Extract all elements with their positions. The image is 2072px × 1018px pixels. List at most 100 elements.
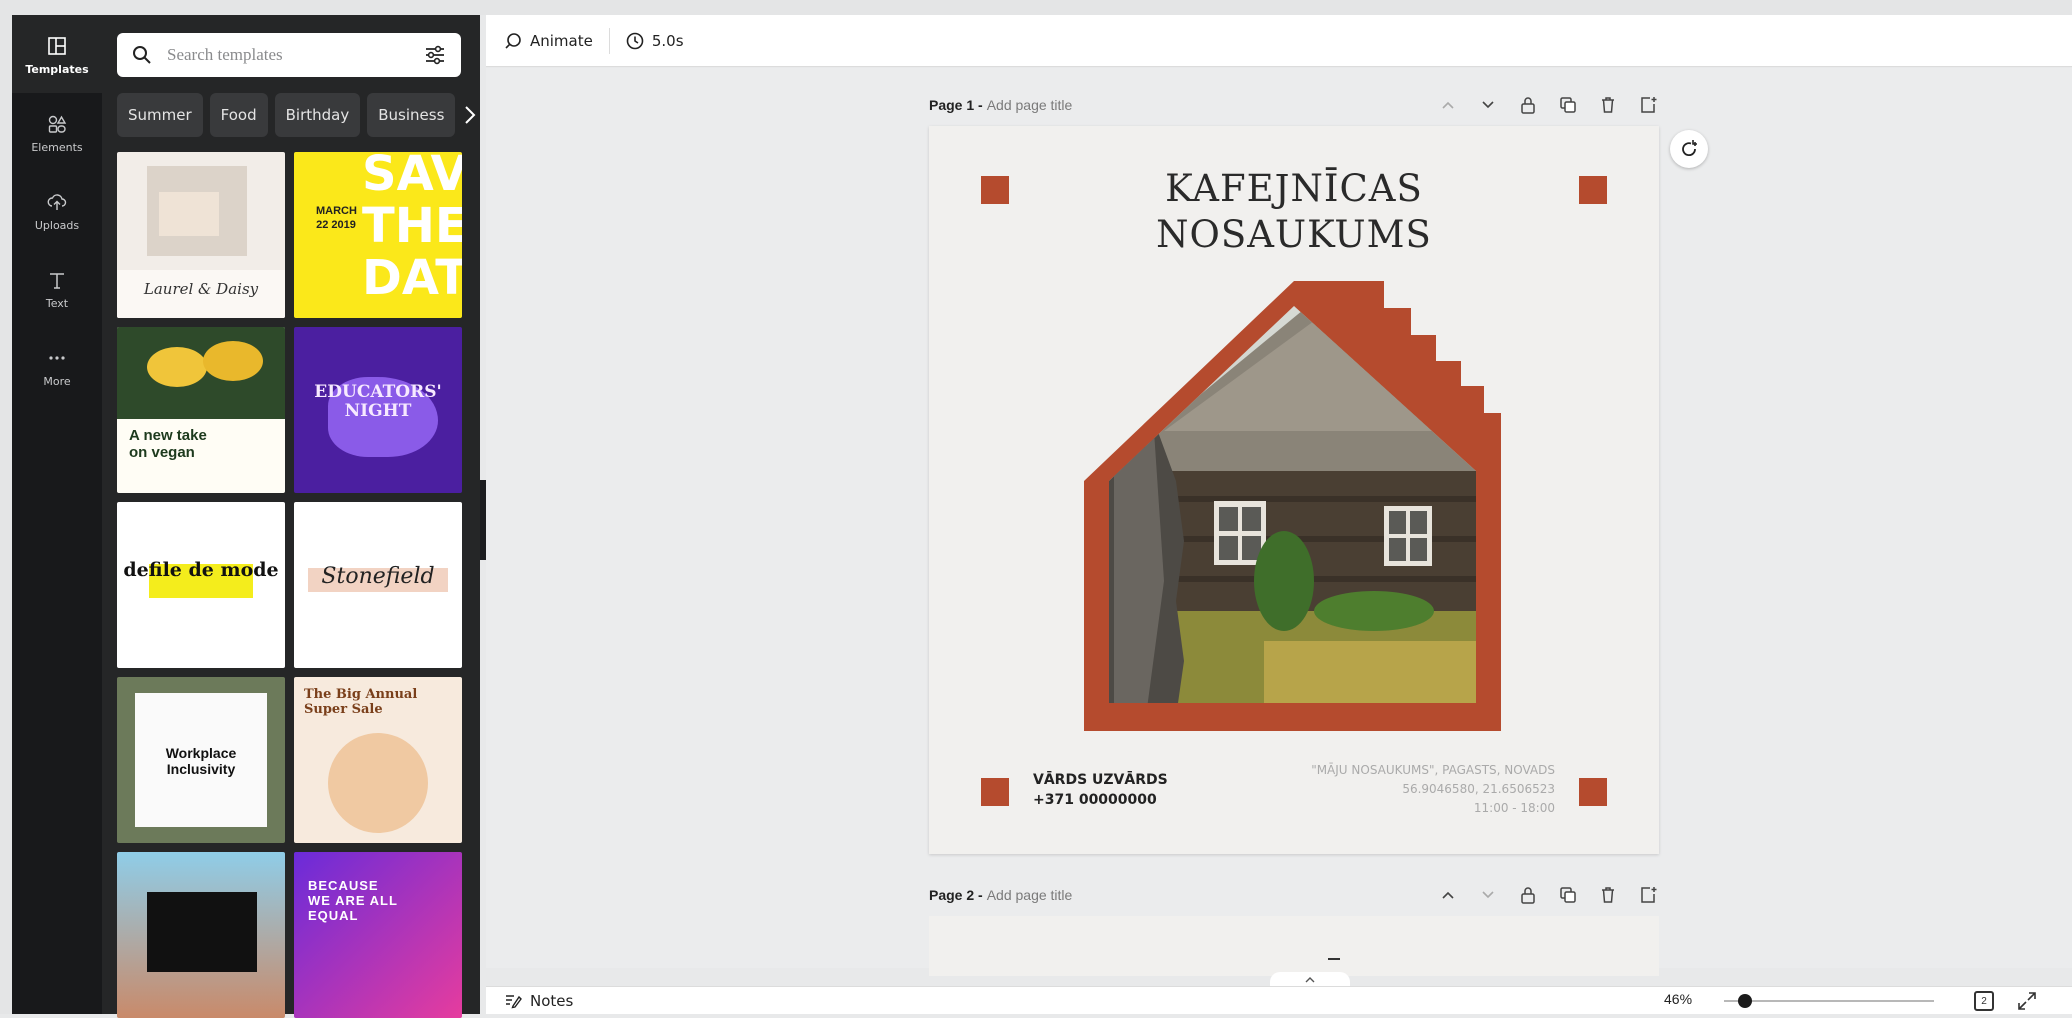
rail-label: Elements (31, 140, 83, 154)
heading-line-1: KAFEJNĪCAS (1165, 167, 1423, 210)
page-title-input[interactable]: Add page title (987, 97, 1073, 113)
template-thumbnail[interactable]: SAVE THE DATE MARCH 22 2019 (294, 152, 462, 318)
refresh-icon (1682, 140, 1697, 157)
clock-icon (626, 32, 644, 49)
rail-item-templates[interactable]: Templates (12, 15, 102, 93)
lock-icon[interactable] (1517, 94, 1539, 116)
search-icon (131, 44, 153, 66)
zoom-slider-track[interactable] (1724, 1000, 1934, 1002)
filter-icon[interactable] (423, 43, 447, 67)
chip-business[interactable]: Business (367, 93, 456, 137)
lock-icon[interactable] (1517, 884, 1539, 906)
page-tools (1419, 91, 1659, 119)
design-page-2[interactable] (929, 916, 1659, 976)
nav-rail: Templates Elements Uploads Text More (12, 15, 102, 1014)
page-title-input[interactable]: Add page title (987, 887, 1073, 903)
duplicate-icon[interactable] (1557, 94, 1579, 116)
text-cursor-mark (1328, 958, 1340, 960)
template-text: defile de mode (123, 559, 279, 581)
notes-icon (506, 994, 522, 1008)
contact-block[interactable]: VĀRDS UZVĀRDS +371 00000000 (1033, 770, 1168, 810)
refresh-comment-button[interactable] (1670, 130, 1708, 168)
contact-phone: +371 00000000 (1033, 792, 1157, 808)
zoom-slider-handle[interactable] (1738, 994, 1752, 1008)
duration-label: 5.0s (651, 31, 684, 50)
template-text: BECAUSE WE ARE ALL EQUAL (308, 878, 398, 923)
delete-icon[interactable] (1597, 94, 1619, 116)
duplicate-icon[interactable] (1557, 884, 1579, 906)
template-thumbnail[interactable]: EDUCATORS' NIGHT (294, 327, 462, 493)
address-line: "MĀJU NOSAUKUMS", PAGASTS, NOVADS (1311, 763, 1555, 777)
search-bar[interactable]: Search templates (117, 33, 461, 77)
uploads-icon (44, 189, 70, 215)
template-thumbnail[interactable]: Stonefield (294, 502, 462, 668)
house-photo-frame[interactable] (1084, 281, 1504, 731)
page-number: Page 1 - (929, 97, 983, 113)
page-count-button[interactable]: 2 (1974, 991, 1994, 1011)
template-text: SAVE THE DATE (362, 152, 462, 306)
coordinates-line: 56.9046580, 21.6506523 (1402, 782, 1555, 796)
template-thumbnail[interactable]: Workplace Inclusivity (117, 677, 285, 843)
template-thumbnail[interactable]: A new take on vegan (117, 327, 285, 493)
canva-editor-window: Templates Elements Uploads Text More Sea… (0, 0, 2072, 1018)
template-text: Workplace Inclusivity (165, 745, 237, 777)
template-text: EDUCATORS' NIGHT (314, 382, 442, 421)
page-2-header: Page 2 - Add page title (929, 881, 1659, 909)
template-text: The Big Annual Super Sale (304, 687, 418, 717)
window-top-strip (0, 0, 2072, 15)
rail-item-uploads[interactable]: Uploads (12, 171, 102, 249)
editor-toolbar: Animate 5.0s (486, 15, 2072, 67)
chevron-right-icon[interactable] (462, 93, 477, 137)
templates-icon (44, 33, 70, 59)
chevron-up-icon (1305, 977, 1315, 983)
template-thumbnail[interactable]: Laurel & Daisy (117, 152, 285, 318)
duration-button[interactable]: 5.0s (626, 32, 684, 50)
template-text: Laurel & Daisy (143, 280, 259, 298)
page-count: 2 (1981, 995, 1987, 1007)
rail-label: Templates (25, 62, 89, 76)
template-thumbnail[interactable]: BECAUSE WE ARE ALL EQUAL (294, 852, 462, 1018)
add-page-icon[interactable] (1637, 94, 1659, 116)
rail-item-text[interactable]: Text (12, 249, 102, 327)
template-thumbnail[interactable]: defile de mode (117, 502, 285, 668)
delete-icon[interactable] (1597, 884, 1619, 906)
move-down-icon[interactable] (1477, 884, 1499, 906)
address-block[interactable]: "MĀJU NOSAUKUMS", PAGASTS, NOVADS 56.904… (1311, 761, 1555, 818)
design-page-1[interactable]: KAFEJNĪCAS NOSAUKUMS VĀRDS UZVĀRDS +371 … (929, 126, 1659, 854)
template-date: MARCH 22 2019 (316, 205, 357, 231)
editor-footer: Notes 46% 2 (486, 986, 2072, 1014)
animate-button[interactable]: Animate (504, 32, 593, 50)
template-thumbnail[interactable] (117, 852, 285, 1018)
move-up-icon[interactable] (1437, 94, 1459, 116)
chip-summer[interactable]: Summer (117, 93, 203, 137)
animate-label: Animate (530, 31, 593, 50)
zoom-percentage[interactable]: 46% (1664, 991, 1692, 1007)
fullscreen-icon[interactable] (2016, 990, 2038, 1012)
template-thumbnail[interactable]: The Big Annual Super Sale (294, 677, 462, 843)
move-down-icon[interactable] (1477, 94, 1499, 116)
page-1-header: Page 1 - Add page title (929, 91, 1659, 119)
notes-button[interactable]: Notes (504, 992, 573, 1010)
template-text: Stonefield (321, 564, 435, 589)
move-up-icon[interactable] (1437, 884, 1459, 906)
toolbar-divider (608, 27, 610, 54)
search-input[interactable]: Search templates (167, 45, 423, 65)
add-page-icon[interactable] (1637, 884, 1659, 906)
chip-food[interactable]: Food (209, 93, 268, 137)
templates-panel: Search templates Summer Food Birthday Bu… (102, 15, 480, 1018)
heading-line-2: NOSAUKUMS (1156, 213, 1432, 256)
page-number: Page 2 - (929, 887, 983, 903)
page-tools (1419, 881, 1659, 909)
window-left-edge (0, 15, 12, 1014)
page-heading[interactable]: KAFEJNĪCAS NOSAUKUMS (929, 166, 1659, 258)
text-icon (44, 267, 70, 293)
rail-label: More (43, 374, 71, 388)
rail-label: Uploads (34, 218, 80, 232)
accent-square (1579, 778, 1607, 806)
chip-birthday[interactable]: Birthday (274, 93, 361, 137)
more-icon (44, 345, 70, 371)
rail-label: Text (45, 296, 69, 310)
rail-item-more[interactable]: More (12, 327, 102, 405)
hours-line: 11:00 - 18:00 (1473, 801, 1555, 815)
rail-item-elements[interactable]: Elements (12, 93, 102, 171)
